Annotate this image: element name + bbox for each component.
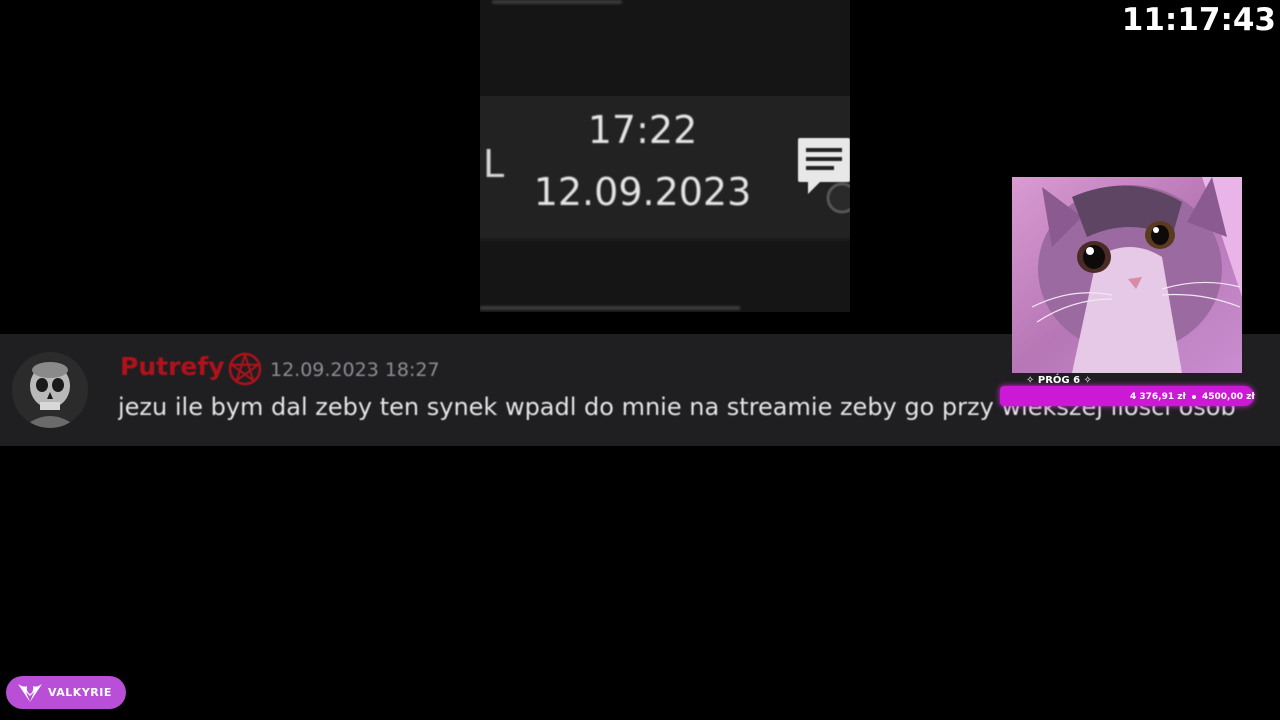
blurred-edge-bottom [480,306,740,310]
avatar[interactable] [12,352,88,428]
message-timestamp: 12.09.2023 18:27 [270,359,440,381]
goal-separator-dot [1192,395,1196,399]
valkyrie-wings-icon [18,683,42,702]
stream-overlay: 11:17:43 L 17:22 12.09.2023 Putrefy 12.0… [0,0,1280,720]
message-author[interactable]: Putrefy [120,352,225,381]
taskbar-band-edge [480,238,850,241]
sponsor-badge: VALKYRIE [6,676,126,709]
zoomed-taskbar-screenshot: L 17:22 12.09.2023 [480,0,850,312]
notification-chat-icon [798,138,850,214]
pentagram-icon [228,352,262,386]
taskbar-time: 17:22 [587,108,698,152]
skull-avatar-image [12,352,88,428]
taskbar-date: 12.09.2023 [533,170,752,214]
donation-goal-label: ✧ PRÓG 6 ✧ [1026,375,1092,386]
blurred-edge [492,0,622,4]
sponsor-name: VALKYRIE [48,686,112,699]
webcam-cat-image [1012,177,1242,373]
donation-goal-target: 4500,00 zł [1202,392,1255,402]
donation-goal-current: 4 376,91 zł [1130,392,1186,402]
cat-photo [1012,177,1242,373]
stream-clock: 11:17:43 [1121,2,1276,38]
